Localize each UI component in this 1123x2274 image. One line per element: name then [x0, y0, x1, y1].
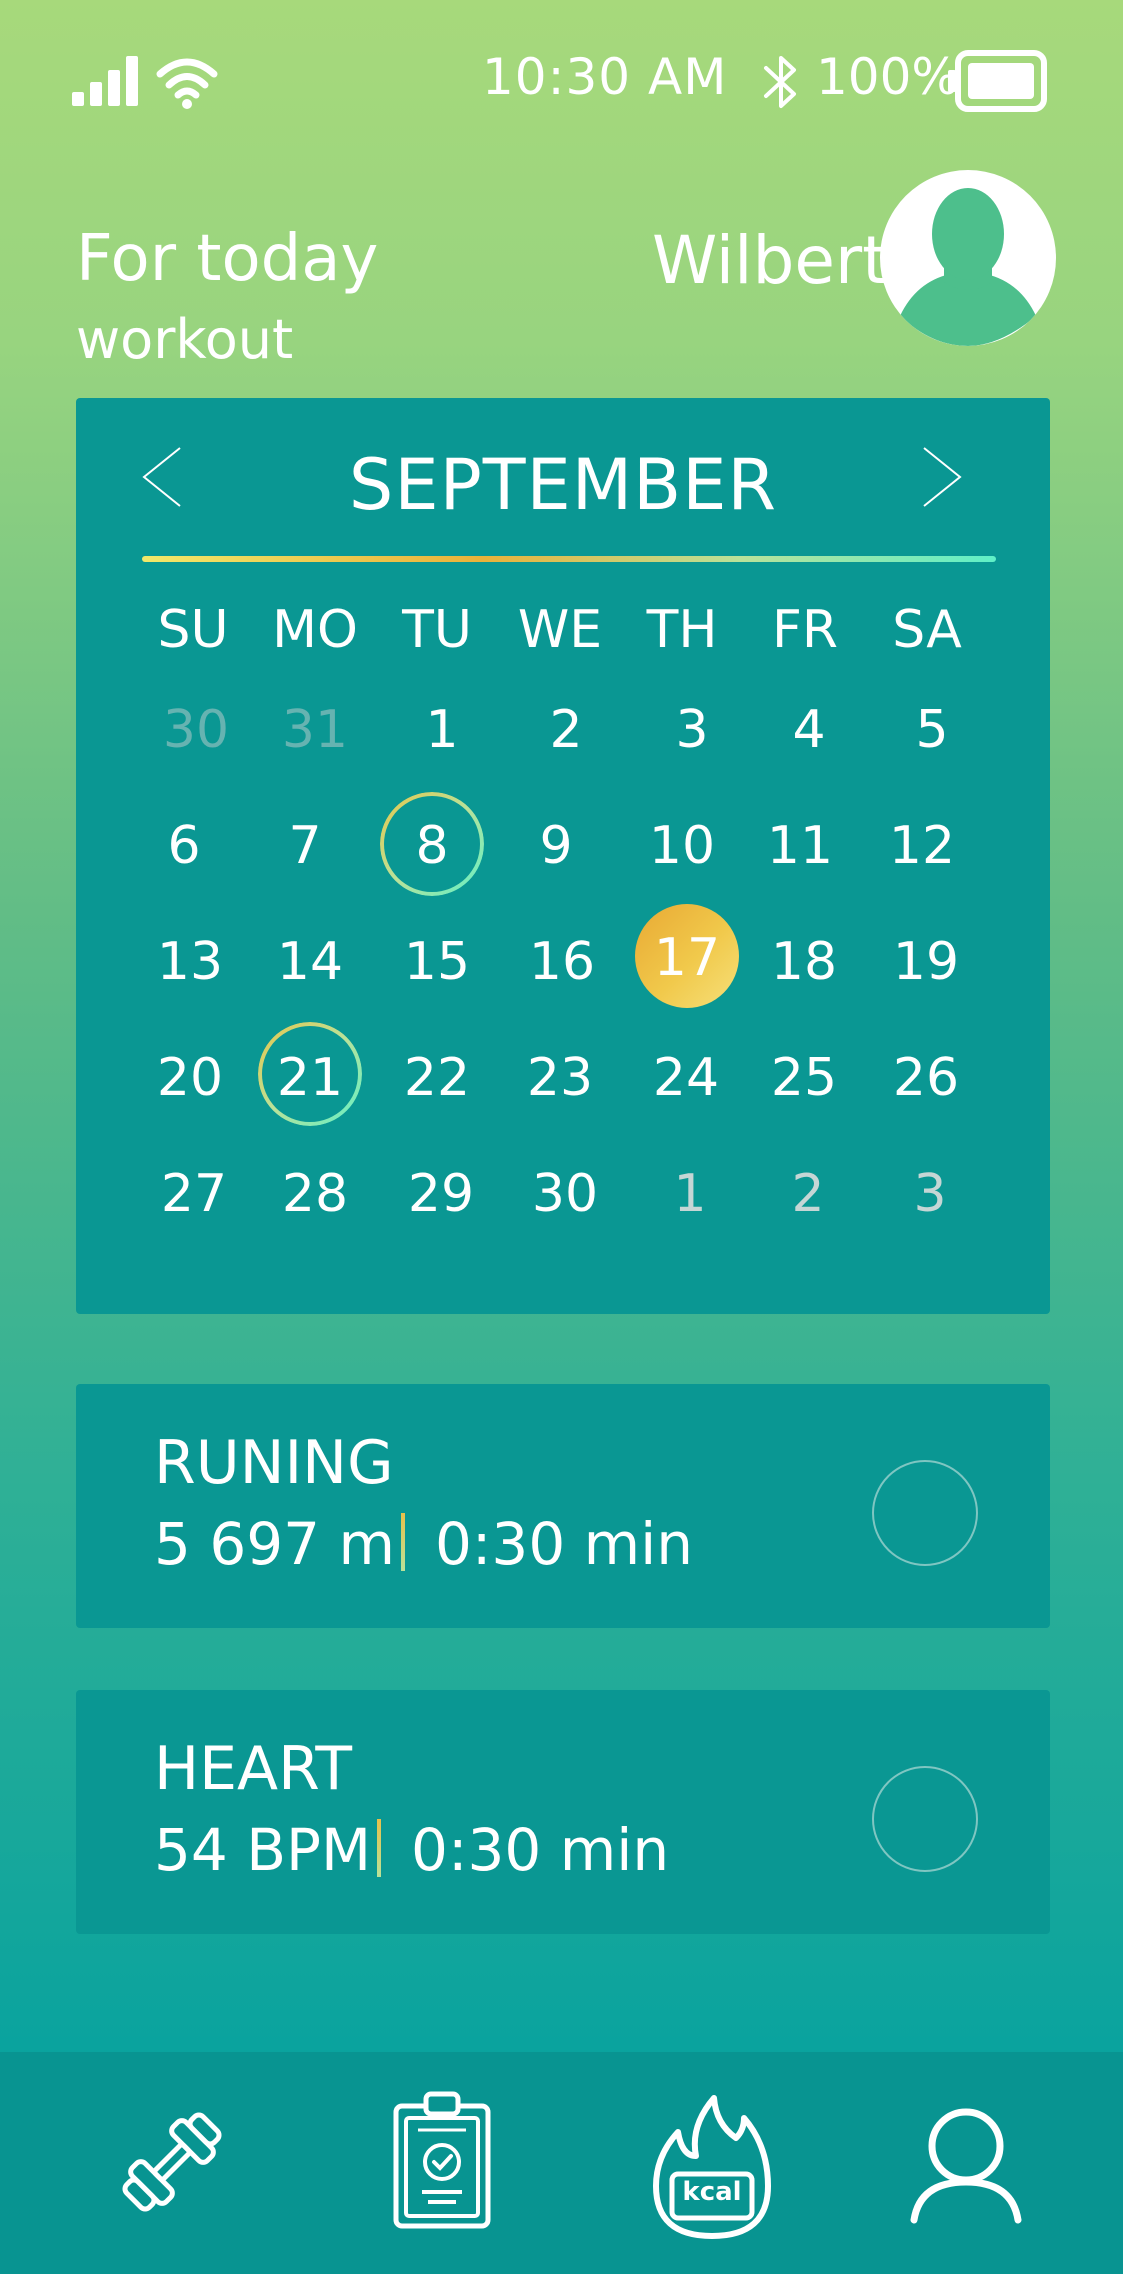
calendar-day[interactable]: 6: [124, 816, 244, 876]
calendar-day[interactable]: 10: [622, 816, 742, 876]
weekday-header: MO: [272, 600, 358, 660]
calendar-day[interactable]: 3: [870, 1164, 990, 1224]
calendar-day[interactable]: 1: [382, 700, 502, 760]
activity-value: 54 BPM: [154, 1816, 372, 1884]
calendar-day[interactable]: 2: [506, 700, 626, 760]
page-title: For today: [76, 222, 379, 296]
weekday-header: TU: [402, 600, 472, 660]
calendar-day[interactable]: 19: [866, 932, 986, 992]
calendar-day[interactable]: 16: [502, 932, 622, 992]
calendar-month: SEPTEMBER: [348, 444, 778, 526]
activity-card-running[interactable]: RUNING 5 697 m 0:30 min: [76, 1384, 1050, 1628]
user-name: Wilbert: [652, 222, 888, 299]
calendar-day[interactable]: 22: [377, 1048, 497, 1108]
calendar-day[interactable]: 3: [632, 700, 752, 760]
dumbbell-icon[interactable]: [108, 2098, 236, 2226]
calendar-day[interactable]: 27: [134, 1164, 254, 1224]
calendar-day[interactable]: 21: [250, 1048, 370, 1108]
calendar-day[interactable]: 20: [130, 1048, 250, 1108]
calendar-day[interactable]: 2: [748, 1164, 868, 1224]
signal-icon: [72, 56, 138, 106]
calendar-day[interactable]: 23: [500, 1048, 620, 1108]
stat-divider: [377, 1818, 382, 1877]
kcal-label: kcal: [682, 2177, 742, 2207]
avatar[interactable]: [880, 170, 1056, 346]
weekday-header: SU: [157, 600, 229, 660]
calendar-day[interactable]: 9: [496, 816, 616, 876]
page-subtitle: workout: [76, 308, 294, 371]
profile-icon[interactable]: [908, 2106, 1024, 2224]
status-time: 10:30 AM: [482, 48, 728, 106]
activity-duration: 0:30 min: [411, 1816, 670, 1884]
calendar-day[interactable]: 11: [740, 816, 860, 876]
activity-title: HEART: [154, 1734, 353, 1804]
app-screen: 10:30 AM 100% For today workout Wilbert …: [0, 0, 1123, 2274]
flame-icon: [653, 2095, 771, 2239]
battery-percent: 100%: [816, 48, 959, 106]
calendar-day[interactable]: 29: [381, 1164, 501, 1224]
bluetooth-icon: [764, 56, 796, 108]
weekday-header: SA: [892, 600, 962, 660]
calendar-day[interactable]: 1: [630, 1164, 750, 1224]
month-underline: [142, 556, 996, 562]
calendar-day[interactable]: 14: [250, 932, 370, 992]
activity-checkbox[interactable]: [872, 1460, 978, 1566]
weekday-header: FR: [771, 600, 839, 660]
weekday-header: WE: [517, 600, 603, 660]
calendar-day[interactable]: 13: [130, 932, 250, 992]
status-bar: 10:30 AM 100%: [0, 0, 1123, 160]
calendar-day[interactable]: 8: [372, 816, 492, 876]
calendar-day[interactable]: 4: [749, 700, 869, 760]
calendar-day[interactable]: 15: [377, 932, 497, 992]
chevron-right-icon[interactable]: [920, 444, 964, 510]
clipboard-check-icon[interactable]: [390, 2090, 494, 2230]
activity-checkbox[interactable]: [872, 1766, 978, 1872]
stat-divider: [400, 1512, 405, 1571]
activity-value: 5 697 m: [154, 1510, 395, 1578]
calendar-day[interactable]: 12: [862, 816, 982, 876]
selected-day[interactable]: 17: [627, 928, 747, 988]
activity-duration: 0:30 min: [434, 1510, 694, 1578]
calendar-day[interactable]: 7: [245, 816, 365, 876]
activity-stats: 5 697 m 0:30 min: [154, 1510, 693, 1578]
activity-card-heart[interactable]: HEART 54 BPM 0:30 min: [76, 1690, 1050, 1934]
wifi-icon: [156, 58, 218, 109]
calendar-day[interactable]: 18: [744, 932, 864, 992]
activity-stats: 54 BPM 0:30 min: [154, 1816, 669, 1884]
user-avatar-icon: [900, 188, 1036, 346]
calendar-day[interactable]: 30: [136, 700, 256, 760]
calendar-day[interactable]: 5: [872, 700, 992, 760]
calendar-day[interactable]: 31: [255, 700, 375, 760]
calendar-day[interactable]: 25: [744, 1048, 864, 1108]
activity-title: RUNING: [154, 1428, 394, 1498]
calendar-day[interactable]: 30: [505, 1164, 625, 1224]
kcal-nav-button[interactable]: kcal: [650, 2090, 774, 2240]
battery-icon: [948, 50, 1047, 112]
weekday-header: TH: [646, 600, 718, 660]
calendar-day[interactable]: 24: [626, 1048, 746, 1108]
calendar-day[interactable]: 26: [866, 1048, 986, 1108]
calendar-day[interactable]: 28: [255, 1164, 375, 1224]
